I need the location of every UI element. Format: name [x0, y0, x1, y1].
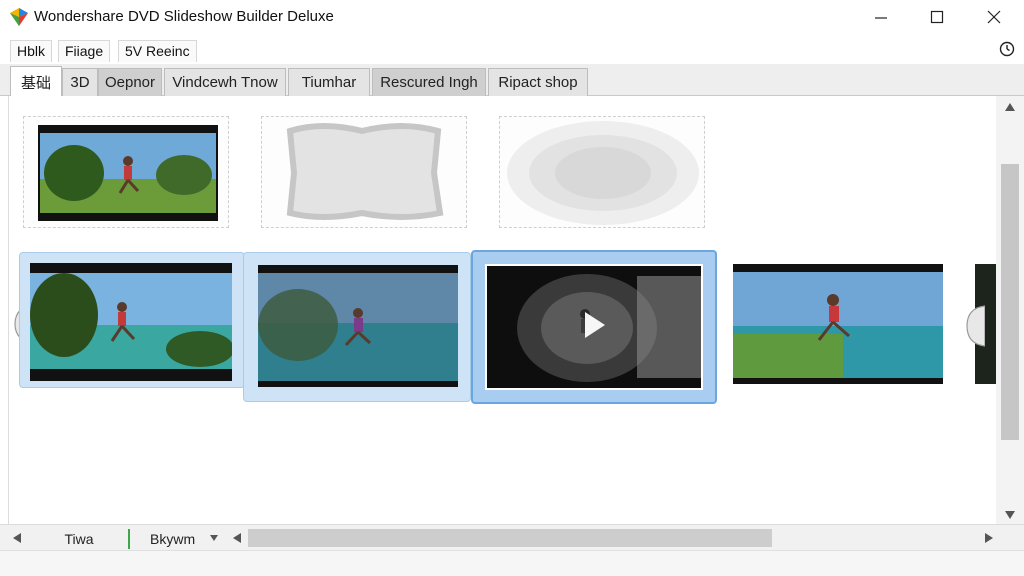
slide-frame[interactable]	[243, 252, 471, 402]
vertical-scrollbar[interactable]	[996, 96, 1024, 524]
transition-thumbnail[interactable]	[23, 116, 229, 228]
transition-thumbnail[interactable]	[261, 116, 467, 228]
slide-image	[733, 264, 943, 384]
minimize-icon	[875, 17, 887, 19]
maximize-icon	[930, 10, 944, 24]
slide-frame[interactable]	[733, 264, 943, 388]
bottom-toolbar: Tiwa Bkywm	[0, 524, 1024, 550]
menu-item[interactable]: Fiiage	[58, 40, 111, 62]
scroll-down-icon[interactable]	[1004, 510, 1016, 520]
film-frame-image	[38, 125, 218, 221]
maximize-button[interactable]	[909, 0, 965, 34]
tab-ripact-shop[interactable]: Ripact shop	[488, 68, 588, 96]
dropdown-value: Bkywm	[150, 531, 196, 547]
transition-type-dropdown[interactable]: Bkywm	[128, 529, 224, 549]
effect-tab-bar: 基础 3D Oepnor Vindcewh Tnow Tiumhar Rescu…	[0, 64, 1024, 97]
close-button[interactable]	[966, 0, 1022, 34]
menu-item[interactable]: 5V Reeinc	[118, 40, 197, 62]
scroll-right-arrow-icon[interactable]	[959, 304, 985, 348]
hscroll-right-icon[interactable]	[984, 532, 994, 544]
slide-image	[258, 265, 458, 387]
clock-icon[interactable]	[999, 41, 1015, 57]
play-icon[interactable]	[583, 310, 607, 340]
close-icon	[987, 10, 1001, 24]
menu-bar: Hblk Fiiage 5V Reeinc	[0, 34, 1024, 64]
tab-tiumhar[interactable]: Tiumhar	[288, 68, 370, 96]
slide-image	[30, 263, 232, 381]
slide-frame[interactable]	[19, 252, 245, 388]
tab-basic[interactable]: 基础	[10, 66, 62, 97]
hscroll-left-icon[interactable]	[232, 532, 242, 544]
menu-item[interactable]: Hblk	[10, 40, 53, 62]
scroll-up-icon[interactable]	[1004, 102, 1016, 112]
transition-thumbnail[interactable]	[499, 116, 705, 228]
tab-3d[interactable]: 3D	[62, 68, 98, 96]
app-logo-icon	[10, 8, 28, 26]
tab-rescured-ingh[interactable]: Rescured Ingh	[372, 68, 486, 96]
slide-frame-selected[interactable]	[471, 250, 717, 404]
tab-oepnor[interactable]: Oepnor	[98, 68, 162, 96]
transition-mode-button[interactable]: Tiwa	[38, 529, 120, 549]
chevron-down-icon	[210, 535, 218, 541]
horizontal-scroll-thumb[interactable]	[248, 529, 772, 547]
vertical-scroll-thumb[interactable]	[1001, 164, 1019, 440]
transition-gallery	[8, 96, 997, 524]
status-bar	[0, 550, 1024, 576]
window-title: Wondershare DVD Slideshow Builder Deluxe	[34, 8, 334, 25]
title-bar: Wondershare DVD Slideshow Builder Deluxe	[0, 0, 1024, 34]
scroll-left-icon[interactable]	[12, 532, 22, 544]
text-swirl-preview	[507, 121, 699, 225]
minimize-button[interactable]	[853, 0, 909, 34]
tab-vindcewh-tnow[interactable]: Vindcewh Tnow	[164, 68, 286, 96]
torn-edge-preview	[286, 123, 444, 220]
